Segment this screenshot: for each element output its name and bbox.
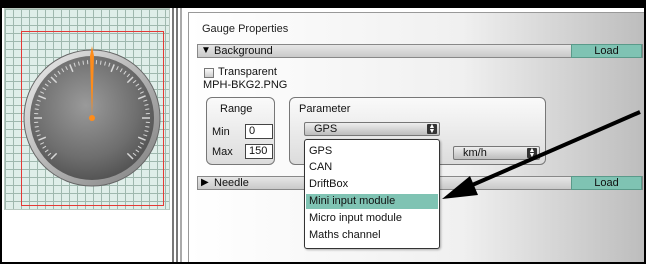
triangle-right-icon: ▶ (201, 177, 209, 188)
chevron-updown-icon: ▲ ▼ (427, 123, 437, 135)
unit-select[interactable]: km/h ▲ ▼ (453, 146, 540, 160)
transparent-checkbox[interactable] (204, 68, 214, 78)
max-input[interactable]: 150 (245, 144, 273, 159)
min-input[interactable]: 0 (245, 124, 273, 139)
max-label: Max (212, 146, 233, 158)
parameter-select[interactable]: GPS ▲ ▼ (304, 122, 440, 136)
background-header-label: Background (214, 45, 273, 57)
parameter-select-value: GPS (314, 123, 338, 135)
panel-divider[interactable] (172, 8, 174, 262)
panel-title: Gauge Properties (202, 23, 289, 35)
gauge-tick (82, 60, 85, 65)
min-label: Min (212, 126, 230, 138)
dropdown-item[interactable]: Maths channel (306, 228, 438, 243)
transparent-label: Transparent (218, 66, 277, 78)
gauge-preview-panel (2, 8, 172, 262)
range-title: Range (220, 103, 253, 115)
parameter-title: Parameter (299, 103, 351, 115)
dropdown-item[interactable]: Micro input module (306, 211, 438, 226)
preview-grid (4, 8, 170, 210)
background-load-button[interactable]: Load (571, 44, 642, 58)
top-bar (0, 0, 646, 8)
needle-load-button[interactable]: Load (571, 176, 642, 190)
gauge-tick (99, 60, 102, 65)
panel-divider (176, 8, 178, 262)
speedometer-gauge (23, 46, 161, 187)
dropdown-item[interactable]: CAN (306, 160, 438, 175)
dropdown-item[interactable]: GPS (306, 144, 438, 159)
background-section-header[interactable]: ▼ Background Load (197, 44, 643, 58)
dropdown-item[interactable]: Mini input module (306, 194, 438, 209)
gauge-selection-box[interactable] (21, 31, 164, 206)
unit-select-value: km/h (463, 147, 487, 159)
gauge-tick (145, 108, 150, 111)
gauge-tick (145, 125, 150, 128)
gauge-tick (34, 125, 39, 128)
needle-header-label: Needle (214, 177, 249, 189)
background-file-name: MPH-BKG2.PNG (203, 79, 288, 91)
triangle-down-icon: ▼ (201, 45, 211, 56)
panel-divider (180, 8, 182, 262)
gauge-tick (34, 108, 39, 111)
chevron-updown-icon: ▲ ▼ (527, 147, 537, 159)
dropdown-item[interactable]: DriftBox (306, 177, 438, 192)
parameter-dropdown-list[interactable]: GPS CAN DriftBox Mini input module Micro… (304, 139, 440, 249)
range-group: Range Min 0 Max 150 (206, 97, 275, 165)
